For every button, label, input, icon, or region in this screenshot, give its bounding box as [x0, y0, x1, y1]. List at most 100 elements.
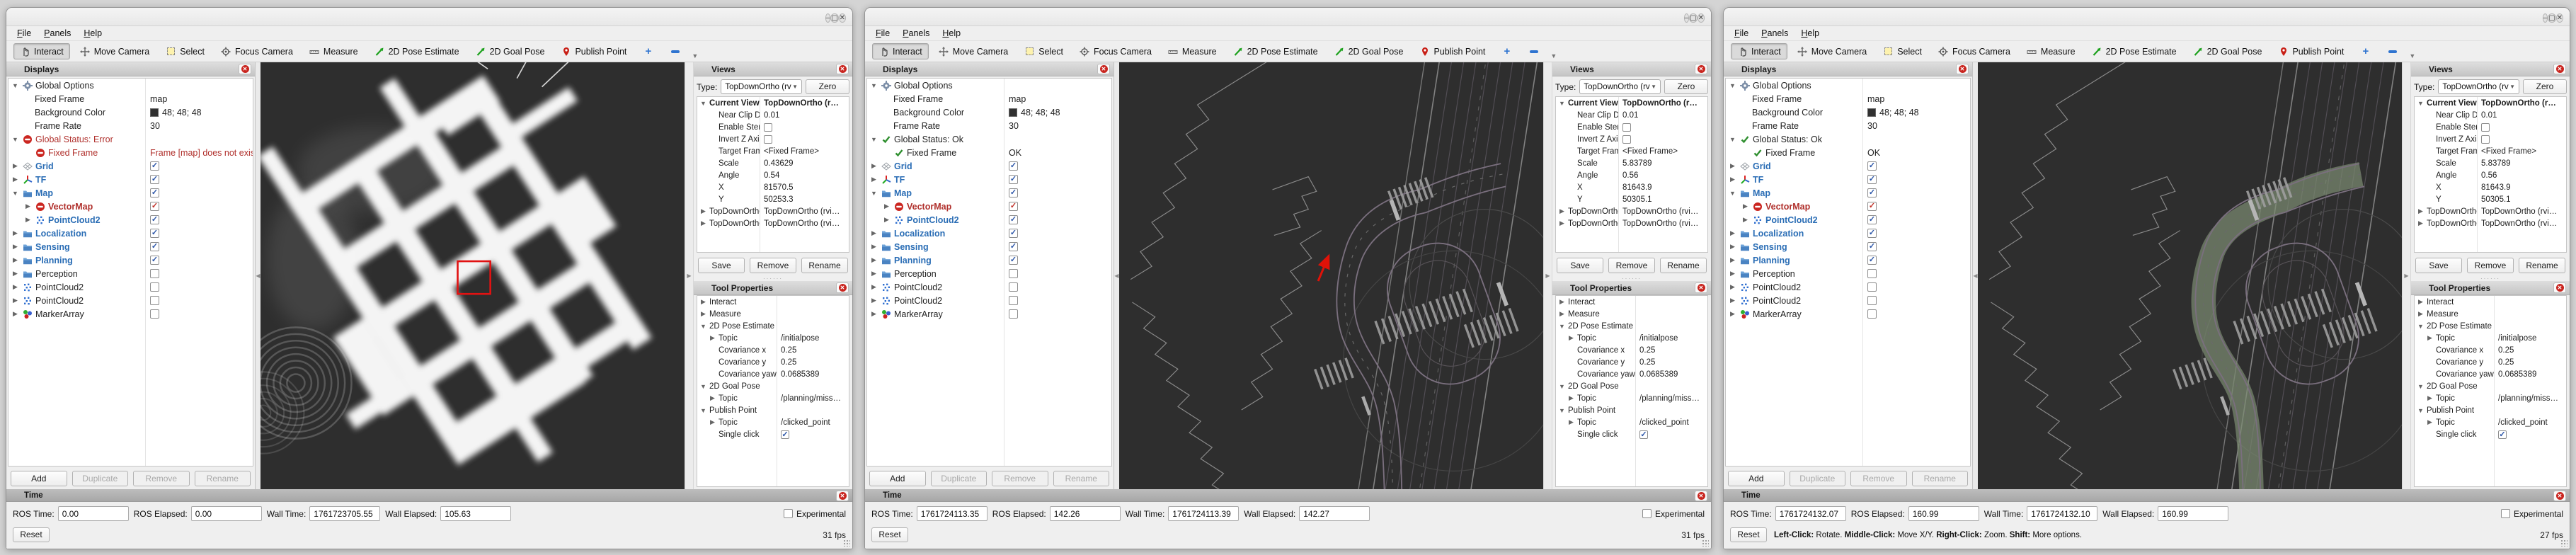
property-checkbox[interactable]: ✓	[1639, 430, 1648, 439]
expand-down-icon[interactable]: ▼	[2417, 100, 2425, 107]
expand-right-icon[interactable]: ▶	[870, 283, 878, 291]
property-row[interactable]: Covariance yaw0.0685389	[697, 368, 849, 380]
property-value[interactable]: 0.25	[1639, 346, 1655, 355]
tool-plus-button[interactable]: +	[1495, 43, 1518, 59]
experimental-checkbox[interactable]: ✓	[1642, 509, 1651, 518]
property-row[interactable]: ▶Topic/clicked_point	[1556, 416, 1707, 428]
save-button[interactable]: Save	[698, 258, 745, 273]
property-row[interactable]: Target Frame<Fixed Frame>	[2415, 145, 2566, 157]
expand-right-icon[interactable]: ▶	[699, 207, 707, 215]
tool-measure[interactable]: Measure	[2020, 43, 2082, 59]
tool-2d-pose-estimate[interactable]: 2D Pose Estimate	[1227, 43, 1324, 59]
window-resize-grip[interactable]	[2560, 539, 2568, 547]
property-value[interactable]: <Fixed Frame>	[2481, 147, 2536, 156]
property-checkbox[interactable]: ✓	[764, 123, 772, 132]
expand-down-icon[interactable]: ▼	[1729, 82, 1736, 89]
expand-down-icon[interactable]: ▼	[699, 407, 707, 414]
enabled-checkbox[interactable]: ✓	[1867, 296, 1877, 305]
menu-help[interactable]: Help	[78, 28, 108, 39]
property-value[interactable]: /initialpose	[781, 334, 819, 343]
add-button[interactable]: Add	[869, 471, 926, 486]
expand-right-icon[interactable]: ▶	[870, 176, 878, 183]
expand-right-icon[interactable]: ▶	[1729, 243, 1736, 251]
property-row[interactable]: ▶TopDownOrthoTopDownOrtho (rvi…	[2415, 205, 2566, 217]
display-row[interactable]: ▶Localization✓	[1726, 227, 1970, 240]
window-resize-grip[interactable]	[1702, 539, 1709, 547]
property-value[interactable]: 50253.3	[764, 195, 794, 204]
property-row[interactable]: Near Clip Di…0.01	[1556, 109, 1707, 121]
display-row[interactable]: ▶MarkerArray✓	[8, 307, 253, 321]
display-row[interactable]: ▶PointCloud2✓	[1726, 213, 1970, 227]
expand-right-icon[interactable]: ▶	[709, 394, 716, 402]
expand-down-icon[interactable]: ▼	[2417, 323, 2425, 330]
property-row[interactable]: Target Frame<Fixed Frame>	[1556, 145, 1707, 157]
enabled-checkbox[interactable]: ✓	[150, 188, 159, 198]
property-row[interactable]: ▼2D Pose Estimate	[2415, 320, 2566, 332]
enabled-checkbox[interactable]: ✓	[150, 202, 159, 211]
tool-interact[interactable]: Interact	[13, 43, 70, 59]
expand-right-icon[interactable]: ▶	[870, 162, 878, 170]
display-row[interactable]: Background Color48; 48; 48	[8, 105, 253, 119]
close-panel-button[interactable]: ✕	[836, 64, 849, 74]
enabled-checkbox[interactable]: ✓	[150, 175, 159, 184]
property-row[interactable]: Scale5.83789	[2415, 157, 2566, 169]
rename-button[interactable]: Rename	[801, 258, 848, 273]
tool-2d-goal-pose[interactable]: 2D Goal Pose	[2187, 43, 2269, 59]
display-row[interactable]: ▼Global Options	[1726, 79, 1970, 92]
display-row[interactable]: Frame Rate30	[1726, 119, 1970, 132]
property-row[interactable]: ▶Topic/initialpose	[697, 332, 849, 344]
property-value[interactable]: /clicked_point	[781, 418, 830, 427]
tool-minus-button[interactable]	[2381, 43, 2404, 59]
expand-right-icon[interactable]: ▶	[1729, 283, 1736, 291]
display-row[interactable]: ▶Planning✓	[1726, 253, 1970, 267]
splitter[interactable]: ◀	[1114, 62, 1119, 489]
display-row[interactable]: ▶Grid✓	[8, 159, 253, 173]
expand-right-icon[interactable]: ▶	[883, 216, 891, 224]
row-value[interactable]: 48; 48; 48	[1879, 108, 1919, 118]
expand-right-icon[interactable]: ▶	[11, 256, 19, 264]
panel-collapse-handle[interactable]: ▶	[2402, 62, 2411, 489]
expand-right-icon[interactable]: ▶	[709, 334, 716, 342]
expand-right-icon[interactable]: ▶	[870, 256, 878, 264]
reset-button[interactable]: Reset	[1730, 527, 1767, 542]
enabled-checkbox[interactable]: ✓	[1867, 175, 1877, 184]
close-panel-button[interactable]: ✕	[239, 64, 251, 74]
save-button[interactable]: Save	[1557, 258, 1603, 273]
time-field-input[interactable]	[440, 506, 511, 521]
property-row[interactable]: Invert Z Axis✓	[697, 133, 849, 145]
property-row[interactable]: Y50305.1	[1556, 193, 1707, 205]
property-row[interactable]: Near Clip Di…0.01	[2415, 109, 2566, 121]
display-row[interactable]: ▶VectorMap✓	[8, 200, 253, 213]
display-row[interactable]: ▼Global Status: Ok	[867, 132, 1111, 146]
display-row[interactable]: ▼Map✓	[867, 186, 1111, 200]
property-value[interactable]: TopDownOrtho (rvi…	[1622, 207, 1698, 216]
display-row[interactable]: Fixed Framemap	[867, 92, 1111, 105]
enabled-checkbox[interactable]: ✓	[1867, 269, 1877, 278]
tool-minus-button[interactable]	[663, 43, 687, 59]
view-type-dropdown[interactable]: TopDownOrtho (rv▼	[1579, 79, 1661, 94]
row-value[interactable]: map	[1009, 94, 1026, 104]
property-row[interactable]: ▶TopDownOrthoTopDownOrtho (rvi…	[1556, 217, 1707, 229]
property-value[interactable]: 50305.1	[2481, 195, 2511, 204]
view-type-dropdown[interactable]: TopDownOrtho (rv▼	[721, 79, 802, 94]
remove-button[interactable]: Remove	[1608, 258, 1655, 273]
display-row[interactable]: Background Color48; 48; 48	[1726, 105, 1970, 119]
property-row[interactable]: ▼2D Goal Pose	[1556, 380, 1707, 392]
property-value[interactable]: /planning/miss…	[1639, 394, 1700, 403]
expand-right-icon[interactable]: ▶	[1558, 298, 1566, 306]
property-row[interactable]: Covariance y0.25	[697, 356, 849, 368]
expand-right-icon[interactable]: ▶	[1558, 219, 1566, 227]
panel-collapse-handle[interactable]: ▶	[685, 62, 694, 489]
tool-plus-button[interactable]: +	[636, 43, 660, 59]
window-resize-grip[interactable]	[843, 539, 850, 547]
property-checkbox[interactable]: ✓	[764, 135, 772, 144]
zero-button[interactable]: Zero	[806, 79, 849, 94]
display-row[interactable]: ▶Sensing✓	[867, 240, 1111, 253]
expand-right-icon[interactable]: ▶	[24, 202, 32, 210]
expand-right-icon[interactable]: ▶	[1729, 270, 1736, 278]
display-row[interactable]: ▶Perception✓	[1726, 267, 1970, 280]
close-panel-button[interactable]: ✕	[836, 491, 849, 501]
expand-right-icon[interactable]: ▶	[2417, 219, 2425, 227]
close-panel-button[interactable]: ✕	[1695, 282, 1707, 293]
time-field-input[interactable]	[1299, 506, 1370, 521]
